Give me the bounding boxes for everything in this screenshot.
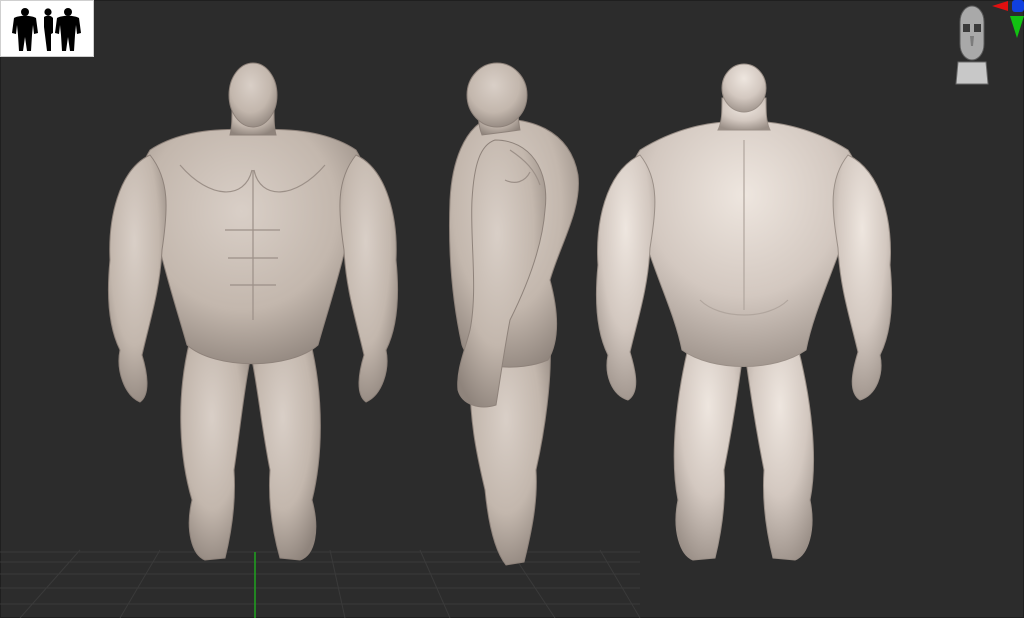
3d-viewport[interactable] bbox=[0, 0, 1024, 618]
orientation-gizmo[interactable] bbox=[946, 0, 1024, 92]
side-view-figure[interactable] bbox=[449, 62, 579, 566]
head-orientation-icon bbox=[955, 0, 1024, 85]
front-view-figure[interactable] bbox=[108, 62, 398, 561]
model-navigator[interactable] bbox=[0, 0, 94, 57]
back-view-figure[interactable] bbox=[596, 63, 892, 561]
axis-arrows-icon bbox=[992, 0, 1024, 38]
three-figure-silhouette-icon bbox=[12, 8, 81, 51]
